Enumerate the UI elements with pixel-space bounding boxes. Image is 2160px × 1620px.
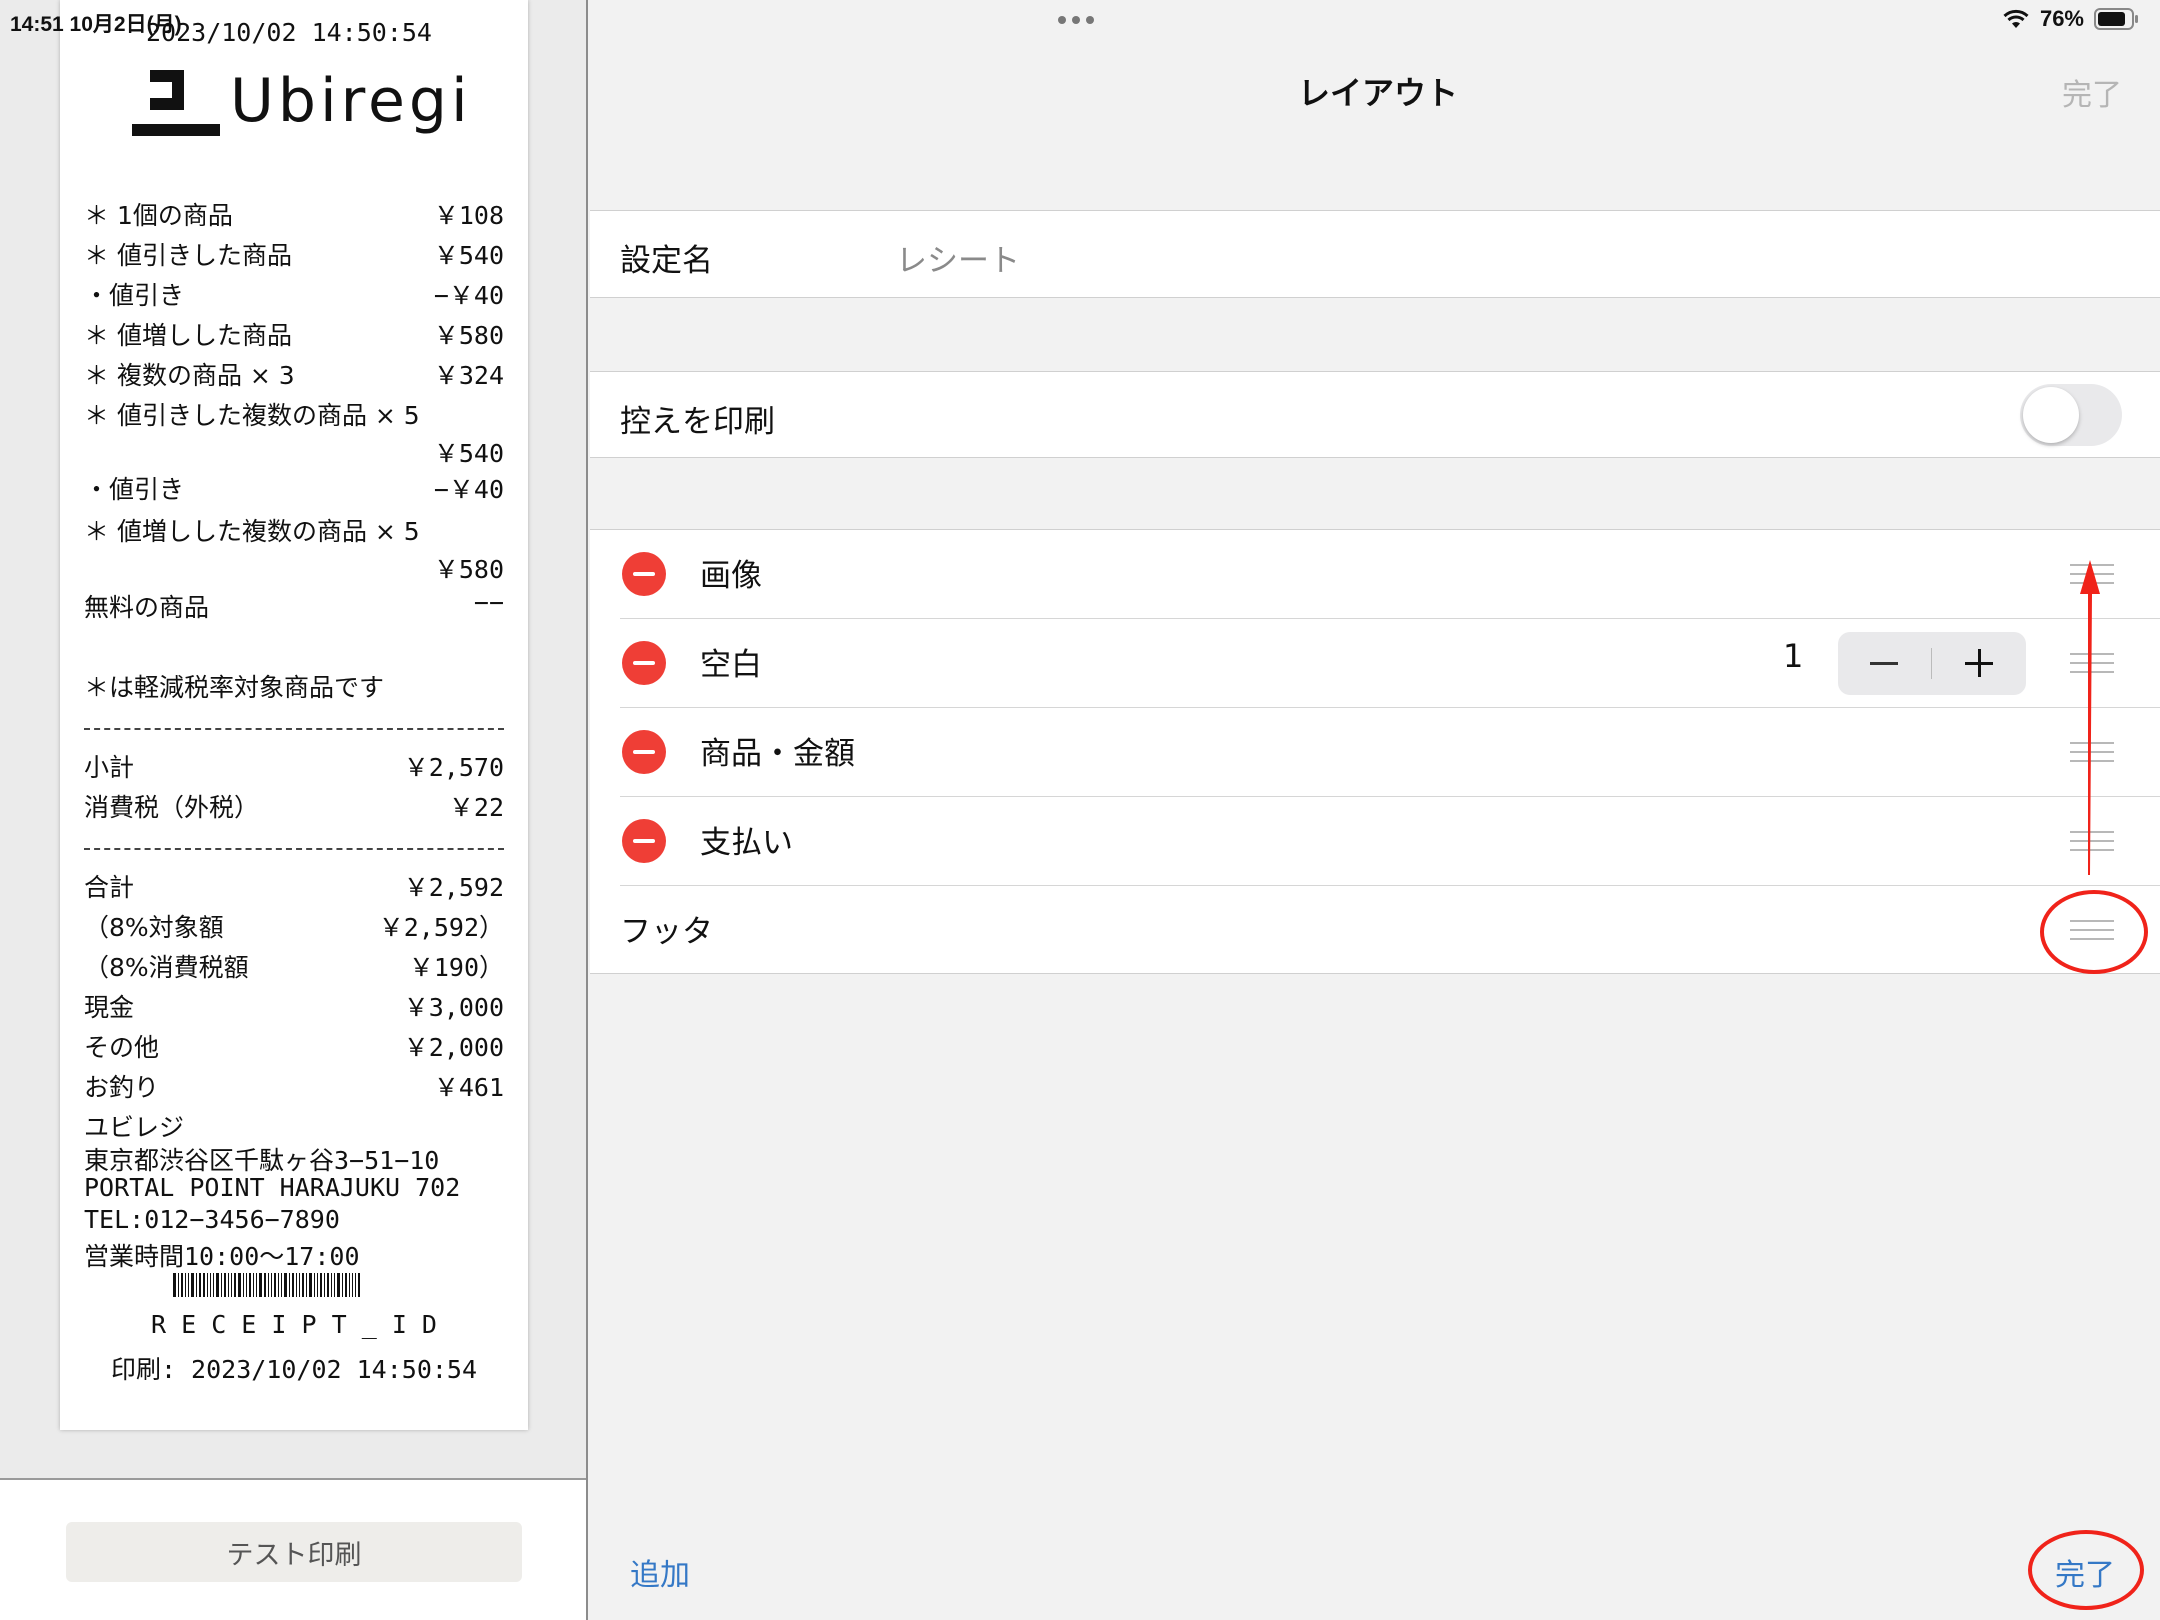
- multitasking-dots-icon[interactable]: [1058, 16, 1094, 24]
- receipt-line: 小計 ￥2,570: [84, 753, 504, 782]
- receipt-line: 現金 ￥3,000: [84, 993, 504, 1022]
- receipt-preview-pane: 2023/10/02 14:50:54 Ubiregi ＊ 1個の商品 ￥108 …: [0, 0, 588, 1620]
- receipt-line: ・値引き −￥40: [84, 281, 504, 310]
- blank-lines-stepper: [1838, 632, 2026, 695]
- test-print-bar: テスト印刷: [0, 1478, 586, 1620]
- test-print-button[interactable]: テスト印刷: [66, 1522, 522, 1582]
- stepper-plus-button[interactable]: [1932, 632, 2026, 695]
- receipt-line: ￥540: [433, 439, 504, 468]
- delete-icon[interactable]: [622, 552, 666, 596]
- receipt-barcode: [173, 1273, 415, 1297]
- nav-done-button[interactable]: 完了: [2062, 70, 2122, 114]
- status-time: 14:51 10月2日(月): [10, 13, 182, 36]
- receipt-line: 無料の商品 −−: [84, 588, 504, 622]
- receipt-line: 合計 ￥2,592: [84, 873, 504, 902]
- receipt-line: ＊ 1個の商品 ￥108: [84, 201, 504, 230]
- receipt-preview: 2023/10/02 14:50:54 Ubiregi ＊ 1個の商品 ￥108 …: [60, 0, 528, 1430]
- layout-row-label: 支払い: [700, 825, 793, 861]
- battery-icon: [2094, 8, 2138, 30]
- ubiregi-logo-icon: [132, 70, 220, 136]
- layout-row-payment: 支払い: [590, 797, 2160, 886]
- receipt-line: ・値引き −￥40: [84, 475, 504, 504]
- setting-name-label: 設定名: [620, 243, 713, 279]
- layout-row-image: 画像: [590, 530, 2160, 619]
- delete-icon[interactable]: [622, 641, 666, 685]
- receipt-line: その他 ￥2,000: [84, 1033, 504, 1062]
- receipt-footer-line: PORTAL POINT HARAJUKU 702: [84, 1173, 461, 1202]
- receipt-line: ￥580: [433, 555, 504, 584]
- receipt-line: （8%消費税額 ￥190）: [84, 953, 504, 982]
- layout-row-blank: 空白 1: [590, 619, 2160, 708]
- receipt-footer-line: 営業時間10:00〜17:00: [84, 1242, 360, 1271]
- receipt-header-datetime: 2023/10/02 14:50:54: [146, 18, 432, 47]
- copy-print-toggle[interactable]: [2020, 384, 2122, 446]
- receipt-id: R E C E I P T _ I D: [151, 1310, 437, 1339]
- annotation-circle: [2028, 1530, 2144, 1610]
- layout-row-label: 空白: [700, 647, 762, 683]
- receipt-footer-line: TEL:012−3456−7890: [84, 1205, 340, 1234]
- copy-print-label: 控えを印刷: [620, 404, 775, 440]
- receipt-line: ＊ 値引きした複数の商品 × 5: [84, 401, 420, 430]
- receipt-line: ＊ 値増しした商品 ￥580: [84, 321, 504, 350]
- toggle-knob: [2023, 387, 2079, 443]
- layout-row-items-amount: 商品・金額: [590, 708, 2160, 797]
- receipt-divider: [84, 728, 504, 730]
- receipt-printed-at: 印刷: 2023/10/02 14:50:54: [110, 1355, 478, 1384]
- layout-row-footer: フッタ: [590, 886, 2160, 975]
- receipt-line: ＊ 値引きした商品 ￥540: [84, 241, 504, 270]
- battery-percent: 76%: [2039, 6, 2084, 31]
- annotation-arrow-icon: [2080, 560, 2100, 875]
- layout-items-list: 画像 空白 1 商品・金額 支払い フッタ: [590, 529, 2160, 974]
- setting-name-field[interactable]: レシート: [896, 235, 1020, 280]
- receipt-line: 消費税（外税） ￥22: [84, 793, 504, 822]
- wifi-icon: [2003, 9, 2029, 28]
- stepper-minus-button[interactable]: [1838, 632, 1931, 695]
- setting-name-group: 設定名 レシート: [590, 210, 2160, 298]
- receipt-line: お釣り ￥461: [84, 1073, 504, 1102]
- receipt-line: （8%対象額 ￥2,592）: [84, 913, 504, 942]
- receipt-line: ＊ 値増しした複数の商品 × 5: [84, 517, 420, 546]
- reduced-tax-note: ＊は軽減税率対象商品です: [84, 673, 385, 702]
- layout-row-label: 商品・金額: [700, 736, 855, 772]
- receipt-footer-line: 東京都渋谷区千駄ヶ谷3−51−10: [84, 1146, 440, 1175]
- layout-row-label: 画像: [700, 558, 762, 594]
- add-button[interactable]: 追加: [630, 1550, 690, 1594]
- status-indicators: 76%: [2002, 6, 2140, 32]
- receipt-line: ＊ 複数の商品 × 3 ￥324: [84, 361, 504, 390]
- blank-lines-value: 1: [1783, 637, 1804, 675]
- layout-row-label: フッタ: [620, 914, 713, 950]
- receipt-footer-line: ユビレジ: [84, 1113, 185, 1142]
- annotation-circle: [2040, 890, 2148, 974]
- delete-icon[interactable]: [622, 819, 666, 863]
- delete-icon[interactable]: [622, 730, 666, 774]
- receipt-divider: [84, 848, 504, 850]
- receipt-logo-text: Ubiregi: [230, 66, 472, 136]
- copy-print-group: 控えを印刷: [590, 371, 2160, 458]
- page-title: レイアウト: [1298, 74, 1459, 112]
